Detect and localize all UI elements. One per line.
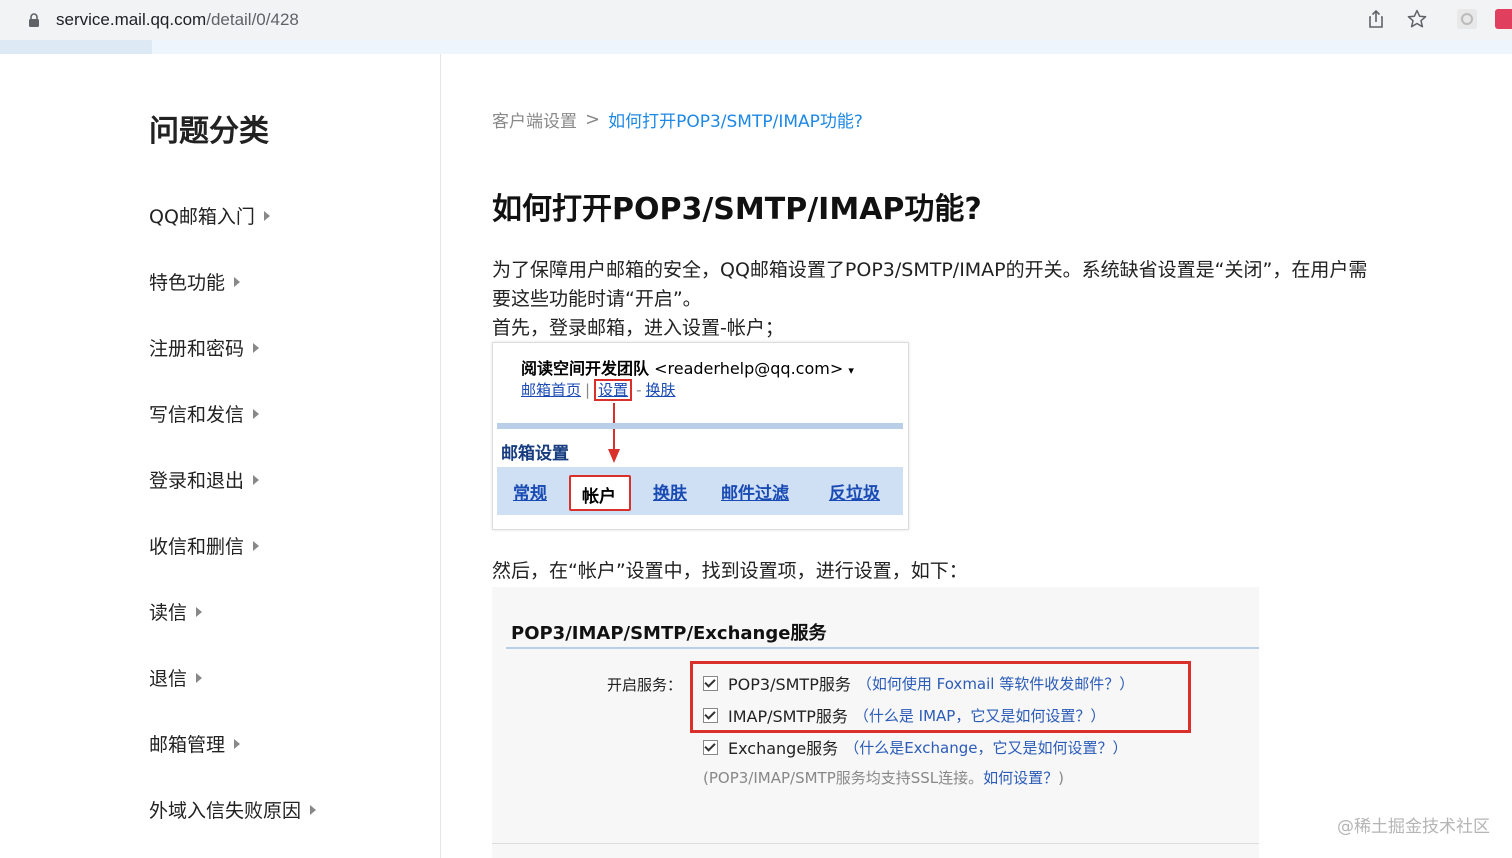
paragraph-line: 为了保障用户邮箱的安全，QQ邮箱设置了POP3/SMTP/IMAP的开关。系统缺… — [492, 259, 1368, 281]
settings-entry-screenshot: 阅读空间开发团队 <readerhelp@qq.com> ▾ 邮箱首页 | 设置 - 换… — [492, 342, 909, 530]
ssl-how-to-link: 如何设置？ — [983, 769, 1059, 787]
sidebar-item-mailbox-management[interactable]: 邮箱管理 — [149, 730, 241, 757]
bookmark-star-icon[interactable] — [1406, 8, 1428, 30]
extension-icon[interactable] — [1494, 8, 1512, 30]
tab-account: 帐户 — [582, 487, 616, 507]
sidebar-item-receive-delete[interactable]: 收信和删信 — [149, 532, 260, 559]
sidebar-item-label: 读信 — [149, 602, 188, 624]
divider — [506, 647, 1259, 649]
sidebar-item-features[interactable]: 特色功能 — [149, 268, 241, 295]
settings-tabs: 常规 帐户 换肤 邮件过滤 反垃圾 — [497, 467, 903, 515]
checked-checkbox-icon — [703, 707, 718, 723]
address-bar[interactable]: service.mail.qq.com/detail/0/428 — [6, 2, 1440, 36]
link-skin: 换肤 — [645, 381, 676, 399]
account-email: <readerhelp@qq.com> — [654, 359, 844, 378]
tab-account-highlight: 帐户 — [569, 475, 631, 511]
divider — [492, 843, 1259, 844]
checked-checkbox-icon — [703, 739, 718, 755]
sidebar-item-read[interactable]: 读信 — [149, 598, 203, 625]
caret-down-icon: ▾ — [848, 364, 854, 377]
url-text[interactable]: service.mail.qq.com/detail/0/428 — [56, 10, 299, 30]
tab-anti-spam: 反垃圾 — [829, 484, 880, 504]
service-name: Exchange服务 — [728, 739, 839, 758]
mail-top-links: 邮箱首页 | 设置 - 换肤 — [521, 379, 676, 401]
ssl-note: (POP3/IMAP/SMTP服务均支持SSL连接。如何设置？) — [703, 767, 1064, 788]
settings-highlight: 设置 — [594, 379, 633, 401]
tab-mail-filter: 邮件过滤 — [721, 484, 789, 504]
tab-skin: 换肤 — [653, 484, 687, 504]
caret-right-icon — [196, 672, 203, 683]
checked-checkbox-icon — [703, 675, 718, 691]
sidebar-item-login-logout[interactable]: 登录和退出 — [149, 466, 260, 493]
sidebar-item-label: 特色功能 — [149, 272, 226, 294]
sidebar-item-register-password[interactable]: 注册和密码 — [149, 334, 260, 361]
paragraph-line: 要这些功能时请“开启”。 — [492, 288, 702, 310]
sidebar-title: 问题分类 — [149, 114, 269, 149]
enable-service-label: 开启服务： — [607, 676, 683, 694]
tab-general: 常规 — [513, 484, 547, 504]
watermark: @稀土掘金技术社区 — [1337, 817, 1490, 837]
service-settings-screenshot: POP3/IMAP/SMTP/Exchange服务 开启服务： POP3/SMT… — [492, 587, 1259, 858]
team-name: 阅读空间开发团队 — [521, 359, 650, 378]
sidebar-item-label: 外域入信失败原因 — [149, 800, 302, 822]
caret-right-icon — [310, 804, 317, 815]
page-title: 如何打开POP3/SMTP/IMAP功能? — [492, 192, 982, 227]
caret-right-icon — [253, 540, 260, 551]
ssl-note-close: ) — [1058, 769, 1065, 787]
link-mail-home: 邮箱首页 — [521, 381, 582, 399]
sidebar-item-label: 邮箱管理 — [149, 734, 226, 756]
service-help-link: （什么是Exchange，它又是如何设置？） — [844, 738, 1128, 757]
breadcrumb: 客户端设置 > 如何打开POP3/SMTP/IMAP功能? — [492, 107, 863, 132]
service-name: IMAP/SMTP服务 — [728, 707, 848, 726]
services-header: POP3/IMAP/SMTP/Exchange服务 — [511, 623, 827, 644]
sidebar-item-label: 注册和密码 — [149, 338, 245, 360]
sidebar-item-compose-send[interactable]: 写信和发信 — [149, 400, 260, 427]
service-row-pop3: POP3/SMTP服务 （如何使用 Foxmail 等软件收发邮件？） — [703, 671, 1134, 695]
paragraph-line: 首先，登录邮箱，进入设置-帐户； — [492, 317, 784, 339]
extension-gear-icon[interactable] — [1456, 8, 1478, 30]
page-load-strip — [0, 40, 1512, 54]
lock-icon — [29, 13, 39, 27]
sidebar-item-label: 收信和删信 — [149, 536, 245, 558]
service-help-link: （如何使用 Foxmail 等软件收发邮件？） — [856, 674, 1135, 693]
caret-right-icon — [196, 606, 203, 617]
mail-settings-heading: 邮箱设置 — [501, 444, 569, 464]
sidebar-item-external-failure[interactable]: 外域入信失败原因 — [149, 796, 317, 823]
caret-right-icon — [234, 738, 241, 749]
breadcrumb-separator: > — [585, 109, 601, 130]
caret-right-icon — [263, 210, 270, 221]
url-host: service.mail.qq.com — [56, 10, 207, 29]
article-paragraph-1: 为了保障用户邮箱的安全，QQ邮箱设置了POP3/SMTP/IMAP的开关。系统缺… — [492, 256, 1367, 343]
account-line: 阅读空间开发团队 <readerhelp@qq.com> ▾ — [521, 355, 854, 379]
breadcrumb-current[interactable]: 如何打开POP3/SMTP/IMAP功能? — [608, 107, 863, 132]
divider — [497, 423, 903, 429]
breadcrumb-parent[interactable]: 客户端设置 — [492, 107, 577, 132]
sidebar-item-label: 退信 — [149, 668, 188, 690]
ssl-note-text: (POP3/IMAP/SMTP服务均支持SSL连接。 — [703, 769, 984, 787]
page-load-fill — [0, 40, 152, 54]
red-arrow-icon — [608, 403, 620, 463]
sidebar-item-label: 写信和发信 — [149, 404, 245, 426]
sidebar-item-label: QQ邮箱入门 — [149, 206, 255, 228]
caret-right-icon — [234, 276, 241, 287]
browser-toolbar: service.mail.qq.com/detail/0/428 — [0, 0, 1512, 40]
service-help-link: （什么是 IMAP，它又是如何设置？） — [853, 706, 1106, 725]
share-icon[interactable] — [1365, 8, 1387, 30]
service-row-exchange: Exchange服务 （什么是Exchange，它又是如何设置？） — [703, 735, 1127, 759]
caret-right-icon — [253, 342, 260, 353]
category-sidebar: 问题分类 QQ邮箱入门 特色功能 注册和密码 写信和发信 登录和退出 收信和删信… — [0, 54, 441, 858]
link-settings: 设置 — [598, 381, 629, 399]
article-paragraph-2: 然后，在“帐户”设置中，找到设置项，进行设置，如下： — [492, 560, 968, 582]
sidebar-item-label: 登录和退出 — [149, 470, 245, 492]
sidebar-item-qq-mail-intro[interactable]: QQ邮箱入门 — [149, 202, 270, 229]
url-path: /detail/0/428 — [206, 10, 299, 29]
sidebar-item-bounce[interactable]: 退信 — [149, 664, 203, 691]
caret-right-icon — [253, 408, 260, 419]
service-row-imap: IMAP/SMTP服务 （什么是 IMAP，它又是如何设置？） — [703, 703, 1105, 727]
service-name: POP3/SMTP服务 — [728, 675, 851, 694]
caret-right-icon — [253, 474, 260, 485]
